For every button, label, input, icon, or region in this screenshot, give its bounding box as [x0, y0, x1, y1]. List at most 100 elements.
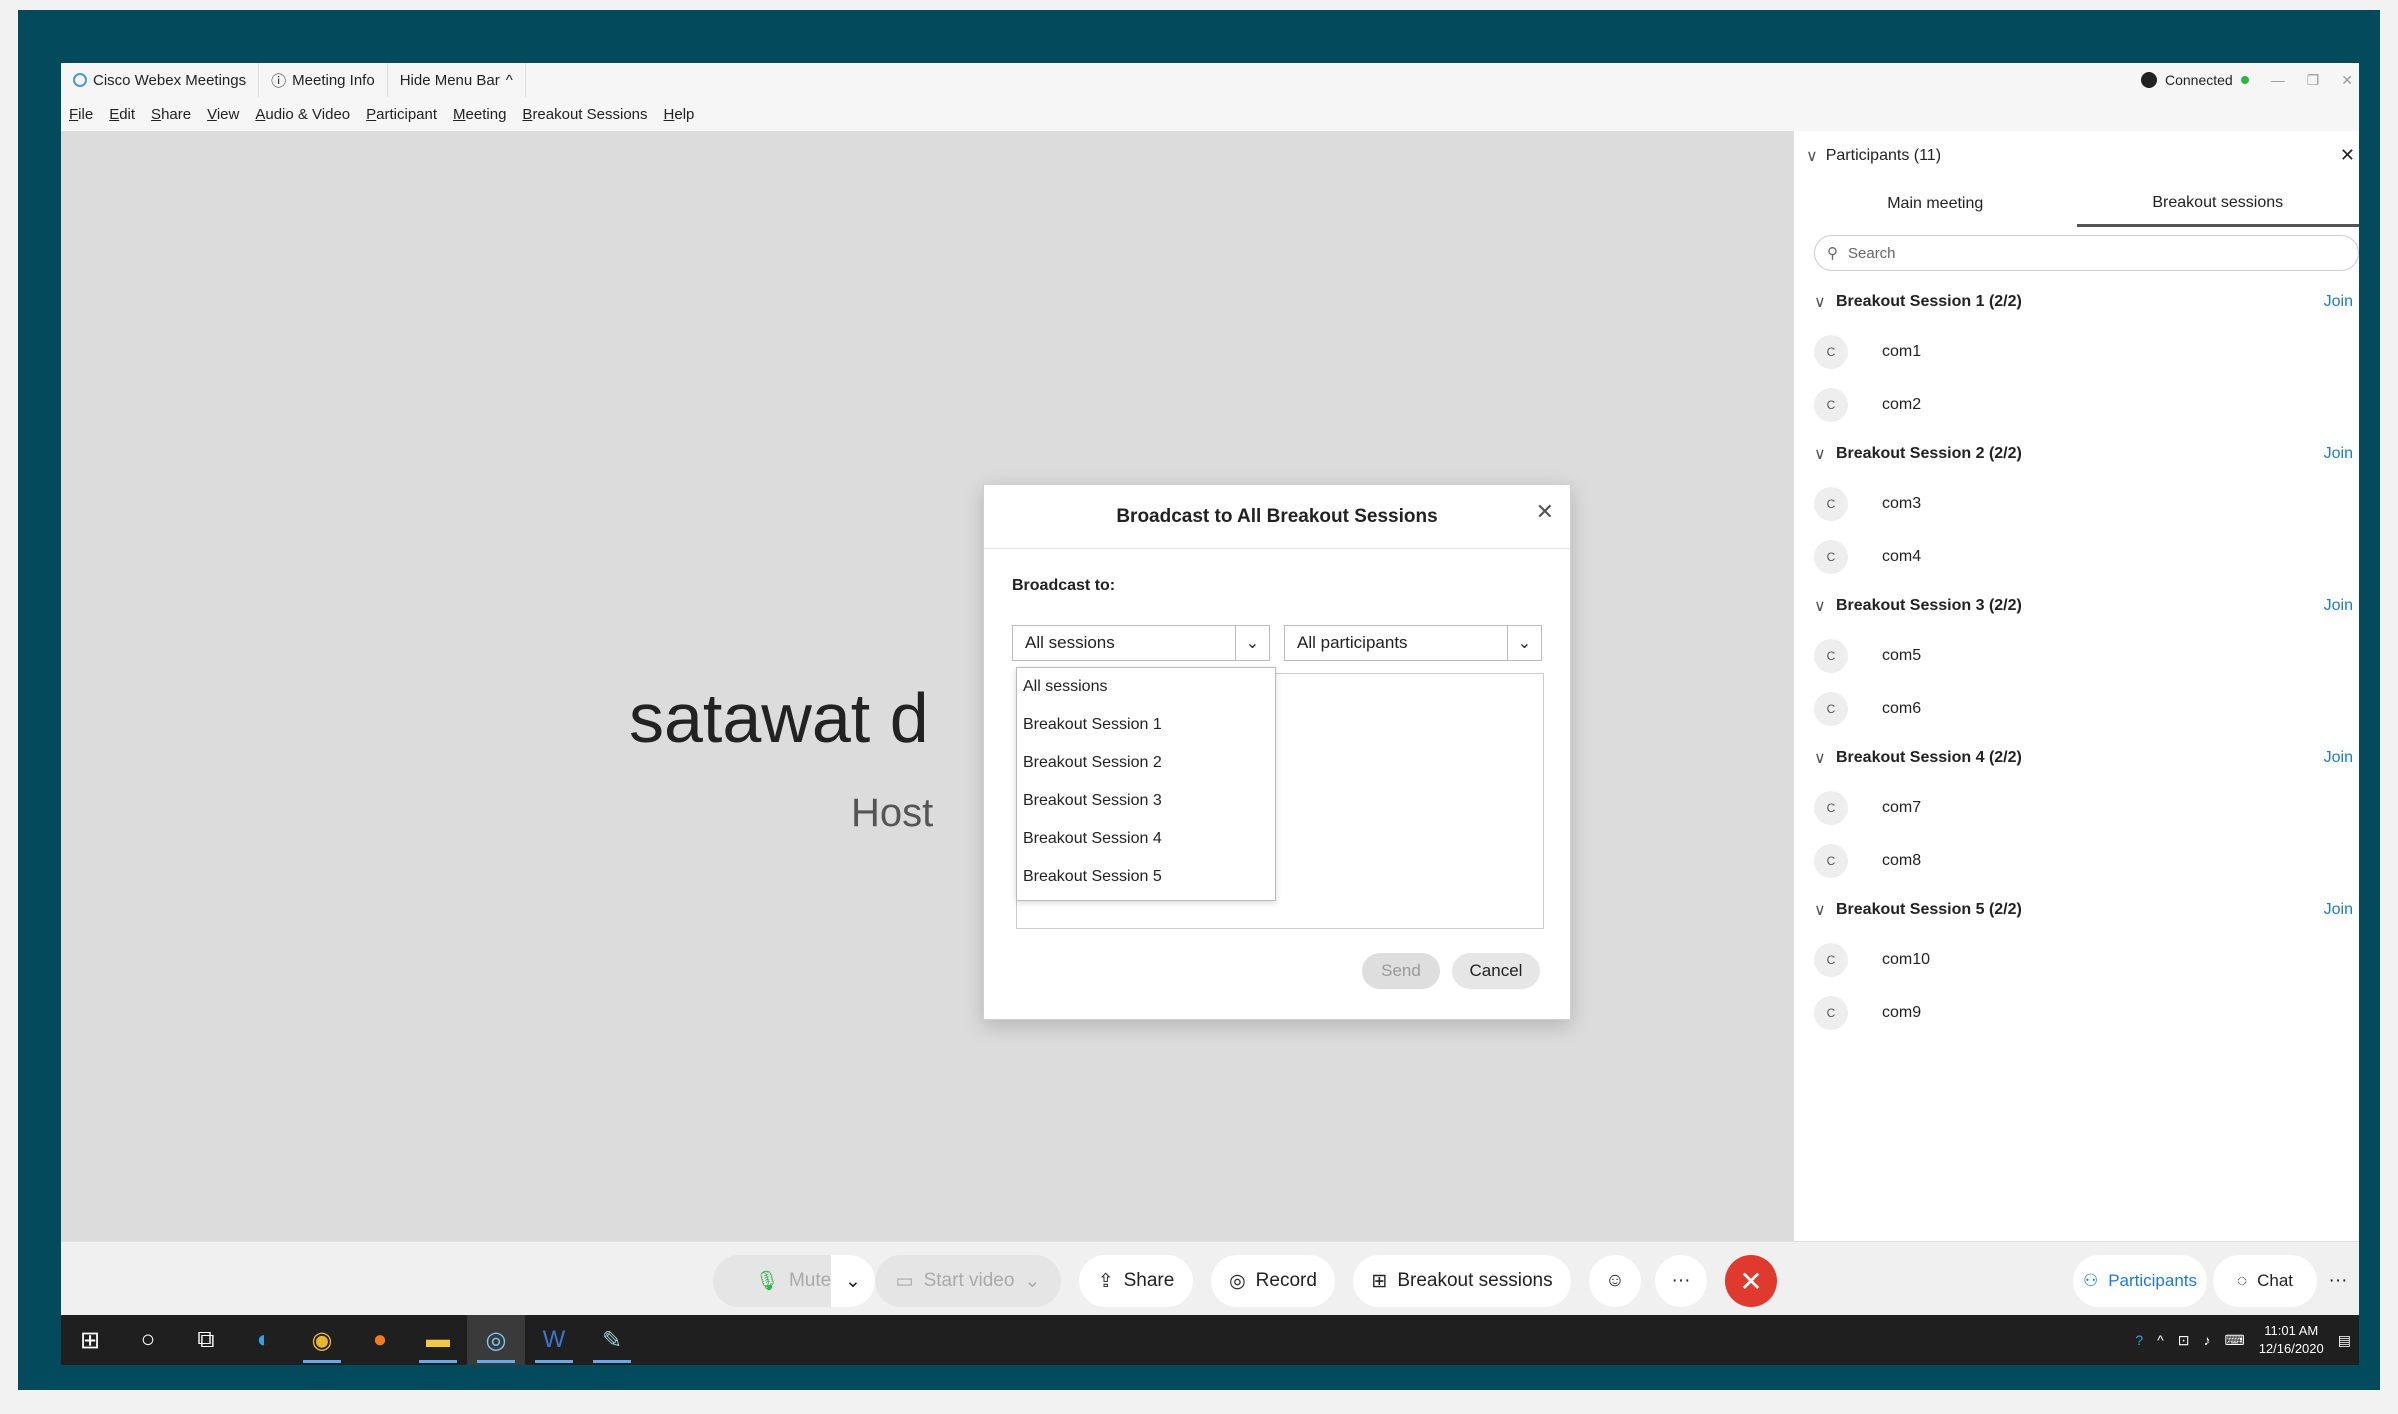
edge-browser-icon[interactable]: ◐ [235, 1315, 293, 1365]
share-button[interactable]: ⇪ Share [1079, 1255, 1193, 1307]
network-icon[interactable]: ⊡ [2178, 1332, 2190, 1349]
breakout-sessions-button[interactable]: ⊞ Breakout sessions [1353, 1255, 1571, 1307]
cortana-search-icon[interactable]: ○ [119, 1315, 177, 1365]
avatar: C [1814, 790, 1848, 825]
menu-view[interactable]: View [199, 106, 247, 123]
firefox-icon[interactable]: ● [351, 1315, 409, 1365]
avatar: C [1814, 942, 1848, 977]
meeting-info-button[interactable]: ⓘ Meeting Info [259, 63, 388, 97]
join-link[interactable]: Join [2324, 901, 2353, 919]
info-icon: ⓘ [271, 72, 287, 90]
menu-edit[interactable]: Edit [101, 106, 143, 123]
dropdown-option[interactable]: Breakout Session 2 [1017, 744, 1275, 782]
participant-select[interactable]: All participants ⌄ [1284, 625, 1542, 661]
restore-icon[interactable]: ❐ [2307, 72, 2320, 89]
chevron-up-icon[interactable]: ^ [2157, 1332, 2164, 1348]
member-name: com7 [1882, 798, 1922, 816]
list-item[interactable]: Ccom2 [1794, 378, 2359, 431]
hide-menu-bar-button[interactable]: Hide Menu Bar ^ [388, 63, 526, 97]
clock[interactable]: 11:01 AM 12/16/2020 [2259, 1322, 2324, 1358]
reactions-button[interactable]: ☺ [1589, 1255, 1641, 1307]
panel-more-button[interactable]: ··· [2319, 1255, 2357, 1307]
chevron-up-icon: ^ [505, 71, 513, 89]
webex-taskbar-icon[interactable]: ◎ [467, 1315, 525, 1365]
session-header[interactable]: ∨ Breakout Session 4 (2/2) Join [1794, 735, 2359, 781]
mute-options-button[interactable]: ⌄ [831, 1255, 875, 1307]
app-title[interactable]: Cisco Webex Meetings [61, 63, 260, 97]
paint-icon[interactable]: ✎ [583, 1315, 641, 1365]
broadcast-to-label: Broadcast to: [1012, 577, 1116, 594]
chevron-down-icon: ⌄ [1507, 626, 1541, 660]
tab-breakout-sessions[interactable]: Breakout sessions [2076, 181, 2359, 227]
host-role: Host [851, 791, 934, 835]
menu-participant[interactable]: Participant [358, 106, 445, 123]
session-header[interactable]: ∨ Breakout Session 2 (2/2) Join [1794, 431, 2359, 477]
session-header[interactable]: ∨ Breakout Session 5 (2/2) Join [1794, 887, 2359, 933]
list-item[interactable]: Ccom8 [1794, 834, 2359, 887]
notifications-icon[interactable]: ▤ [2338, 1332, 2351, 1349]
menu-file[interactable]: File [61, 106, 101, 123]
volume-icon[interactable]: ♪ [2203, 1332, 2210, 1348]
avatar: C [1814, 638, 1848, 673]
dropdown-option[interactable]: Breakout Session 4 [1017, 820, 1275, 858]
connection-icon [2140, 72, 2157, 88]
app-title-label: Cisco Webex Meetings [93, 71, 247, 89]
windows-start-icon[interactable]: ⊞ [61, 1315, 119, 1365]
system-tray: ? ^ ⊡ ♪ ⌨ 11:01 AM 12/16/2020 ▤ [2135, 1315, 2351, 1365]
menu-meeting[interactable]: Meeting [445, 106, 514, 123]
keyboard-icon[interactable]: ⌨ [2224, 1332, 2244, 1349]
join-link[interactable]: Join [2324, 597, 2353, 615]
file-explorer-icon[interactable]: ▬ [409, 1315, 467, 1365]
list-item[interactable]: Ccom9 [1794, 986, 2359, 1039]
session-select[interactable]: All sessions ⌄ [1012, 625, 1270, 661]
menu-breakout-sessions[interactable]: Breakout Sessions [514, 106, 655, 123]
join-link[interactable]: Join [2324, 293, 2353, 311]
dropdown-option[interactable]: Breakout Session 5 [1017, 858, 1275, 896]
menu-share[interactable]: Share [143, 106, 199, 123]
list-item[interactable]: Ccom10 [1794, 933, 2359, 986]
list-item[interactable]: Ccom5 [1794, 629, 2359, 682]
join-link[interactable]: Join [2324, 445, 2353, 463]
menu-help[interactable]: Help [656, 106, 703, 123]
start-video-button[interactable]: ▭ Start video ⌄ [875, 1255, 1061, 1307]
record-label: Record [1255, 1270, 1317, 1291]
close-icon[interactable]: ✕ [1536, 499, 1554, 525]
list-item[interactable]: Ccom1 [1794, 325, 2359, 378]
emoji-icon: ☺ [1605, 1270, 1625, 1291]
list-item[interactable]: Ccom6 [1794, 682, 2359, 735]
session-header[interactable]: ∨ Breakout Session 1 (2/2) Join [1794, 279, 2359, 325]
tab-main-meeting[interactable]: Main meeting [1794, 181, 2077, 227]
dropdown-option[interactable]: All sessions [1017, 668, 1275, 706]
chevron-down-icon: ∨ [1814, 598, 1826, 615]
more-options-button[interactable]: ··· [1655, 1255, 1707, 1307]
end-meeting-button[interactable]: ✕ [1725, 1255, 1777, 1307]
session-list: ∨ Breakout Session 1 (2/2) Join Ccom1 Ccom… [1794, 279, 2359, 1039]
hide-menu-label: Hide Menu Bar [399, 71, 500, 89]
chat-icon: ◌ [2236, 1271, 2248, 1290]
list-item[interactable]: Ccom4 [1794, 530, 2359, 583]
avatar: C [1814, 387, 1848, 422]
session-header[interactable]: ∨ Breakout Session 3 (2/2) Join [1794, 583, 2359, 629]
help-icon[interactable]: ? [2135, 1332, 2143, 1348]
minimize-icon[interactable]: — [2271, 72, 2285, 88]
close-panel-icon[interactable]: ✕ [2340, 145, 2355, 166]
send-button[interactable]: Send [1362, 953, 1440, 989]
participants-toggle-button[interactable]: ⚇ Participants [2073, 1255, 2207, 1307]
chrome-icon[interactable]: ◉ [293, 1315, 351, 1365]
session-name: Breakout Session 4 (2/2) [1836, 749, 2022, 766]
word-icon[interactable]: W [525, 1315, 583, 1365]
dropdown-option[interactable]: Breakout Session 3 [1017, 782, 1275, 820]
record-button[interactable]: ◎ Record [1211, 1255, 1335, 1307]
dropdown-option[interactable]: Breakout Session 1 [1017, 706, 1275, 744]
list-item[interactable]: Ccom3 [1794, 477, 2359, 530]
chevron-down-icon[interactable]: ∨ [1806, 146, 1818, 166]
close-window-icon[interactable]: ✕ [2341, 72, 2353, 89]
task-view-icon[interactable]: ⧉ [177, 1315, 235, 1365]
chat-toggle-button[interactable]: ◌ Chat [2213, 1255, 2317, 1307]
search-input[interactable]: ⚲ Search [1814, 235, 2359, 271]
join-link[interactable]: Join [2324, 749, 2353, 767]
list-item[interactable]: Ccom7 [1794, 781, 2359, 834]
cancel-button[interactable]: Cancel [1452, 953, 1540, 989]
menu-audio-video[interactable]: Audio & Video [247, 106, 358, 123]
dialog-header: Broadcast to All Breakout Sessions ✕ [984, 485, 1570, 549]
